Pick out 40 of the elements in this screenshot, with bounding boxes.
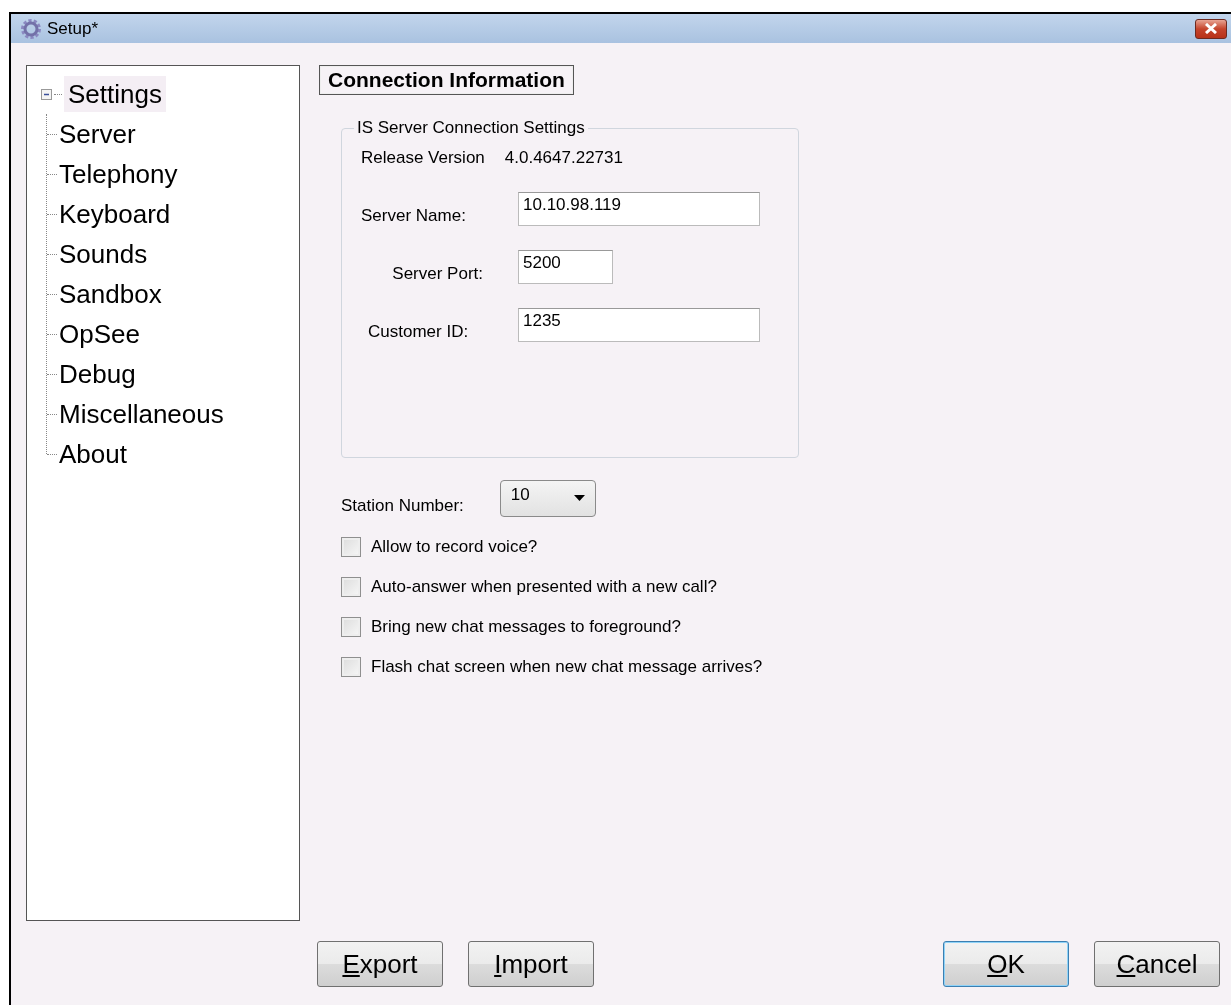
checkbox-label[interactable]: Allow to record voice? xyxy=(371,537,538,557)
tree-item[interactable]: Telephony xyxy=(58,156,179,192)
checkbox-label[interactable]: Flash chat screen when new chat message arrives? xyxy=(371,657,763,677)
checkbox[interactable] xyxy=(341,657,361,677)
close-icon xyxy=(1204,23,1218,34)
input-field[interactable]: 1235 xyxy=(518,308,760,342)
tree-item[interactable]: Sandbox xyxy=(58,276,163,312)
field-label: Release Version xyxy=(361,148,485,168)
tree-item[interactable]: Keyboard xyxy=(58,196,172,232)
tree-item[interactable]: Settings xyxy=(64,76,166,112)
dialog-button[interactable]: Import xyxy=(468,941,594,987)
dialog-button[interactable]: Cancel xyxy=(1094,941,1220,987)
version-value: 4.0.4647.22731 xyxy=(504,148,623,168)
checkbox-label[interactable]: Bring new chat messages to foreground? xyxy=(371,617,681,637)
input-field[interactable]: 10.10.98.119 xyxy=(518,192,760,226)
dialog-button[interactable]: OK xyxy=(943,941,1069,987)
caret-icon xyxy=(573,495,585,501)
field-label: Customer ID: xyxy=(368,322,469,342)
checkbox[interactable] xyxy=(341,617,361,637)
collapse-icon[interactable] xyxy=(41,88,52,100)
close-button[interactable] xyxy=(1195,18,1227,39)
tree-item[interactable]: OpSee xyxy=(58,316,141,352)
field-label: Server Port: xyxy=(392,264,483,284)
group-title: IS Server Connection Settings xyxy=(356,118,586,138)
input-field[interactable]: 5200 xyxy=(518,250,613,284)
field-label: Server Name: xyxy=(361,206,466,226)
tree-item[interactable]: Sounds xyxy=(58,236,149,272)
window-title: Setup* xyxy=(47,18,99,39)
tree-item[interactable]: Server xyxy=(58,116,137,152)
field-label: Station Number: xyxy=(341,495,464,515)
tree-item[interactable]: Debug xyxy=(58,356,137,392)
station-dropdown[interactable]: 10 xyxy=(499,480,596,517)
tree-item[interactable]: Miscellaneous xyxy=(58,396,225,432)
tree-item[interactable]: About xyxy=(58,436,128,472)
checkbox-label[interactable]: Auto-answer when presented with a new call? xyxy=(371,577,717,597)
checkbox[interactable] xyxy=(341,537,361,557)
gear-icon xyxy=(21,18,41,39)
dialog-button[interactable]: Export xyxy=(317,941,443,987)
section-title: Connection Information xyxy=(319,65,574,95)
checkbox[interactable] xyxy=(341,577,361,597)
